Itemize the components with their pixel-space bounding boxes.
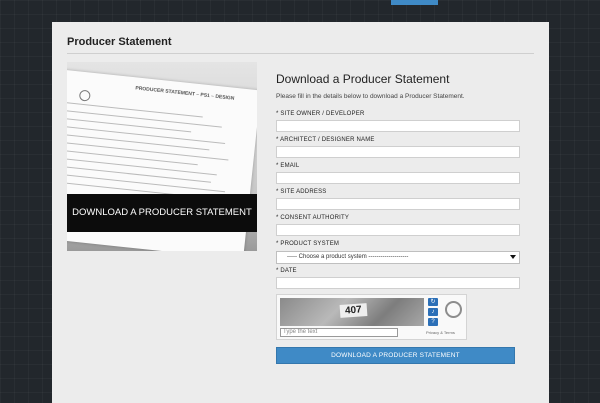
chevron-down-icon [510,255,516,259]
document-seal-icon [78,89,91,102]
refresh-icon[interactable]: ↻ [428,298,438,306]
captcha-privacy-link[interactable]: Privacy & Terms [426,330,455,335]
product-system-select[interactable]: ----- Choose a product system ----------… [276,251,520,264]
captcha-image: 407 [280,298,424,326]
date-label: * DATE [276,268,297,274]
email-input[interactable] [276,172,520,184]
captcha-code: 407 [339,303,368,318]
statement-preview[interactable]: PRODUCER STATEMENT – PS1 – DESIGN DOWNLO… [67,62,257,251]
captcha-widget: 407 Type the text ↻ ♪ ? Privacy & Terms [276,294,467,340]
site-address-label: * SITE ADDRESS [276,189,327,195]
form-title: Download a Producer Statement [276,72,450,86]
page-title: Producer Statement [67,36,172,48]
recaptcha-logo-icon [445,301,462,318]
product-system-label: * PRODUCT SYSTEM [276,241,340,247]
help-icon[interactable]: ? [428,318,438,326]
site-owner-label: * SITE OWNER / DEVELOPER [276,111,365,117]
preview-download-banner[interactable]: DOWNLOAD A PRODUCER STATEMENT [67,194,257,232]
form-description: Please fill in the details below to down… [276,93,465,100]
site-address-input[interactable] [276,198,520,210]
download-button[interactable]: DOWNLOAD A PRODUCER STATEMENT [276,347,515,364]
consent-authority-input[interactable] [276,224,520,236]
consent-authority-label: * CONSENT AUTHORITY [276,215,350,221]
architect-input[interactable] [276,146,520,158]
top-nav-tab[interactable] [391,0,438,5]
captcha-controls: ↻ ♪ ? [428,298,440,328]
email-label: * EMAIL [276,163,300,169]
title-divider [67,53,534,54]
site-owner-input[interactable] [276,120,520,132]
architect-label: * ARCHITECT / DESIGNER NAME [276,137,375,143]
audio-icon[interactable]: ♪ [428,308,438,316]
document-heading: PRODUCER STATEMENT – PS1 – DESIGN [135,85,235,102]
date-input[interactable] [276,277,520,289]
product-system-value: ----- Choose a product system ----------… [287,254,409,260]
captcha-input[interactable]: Type the text [280,328,398,337]
producer-statement-panel: Producer Statement PRODUCER STATEMENT – … [52,22,549,403]
